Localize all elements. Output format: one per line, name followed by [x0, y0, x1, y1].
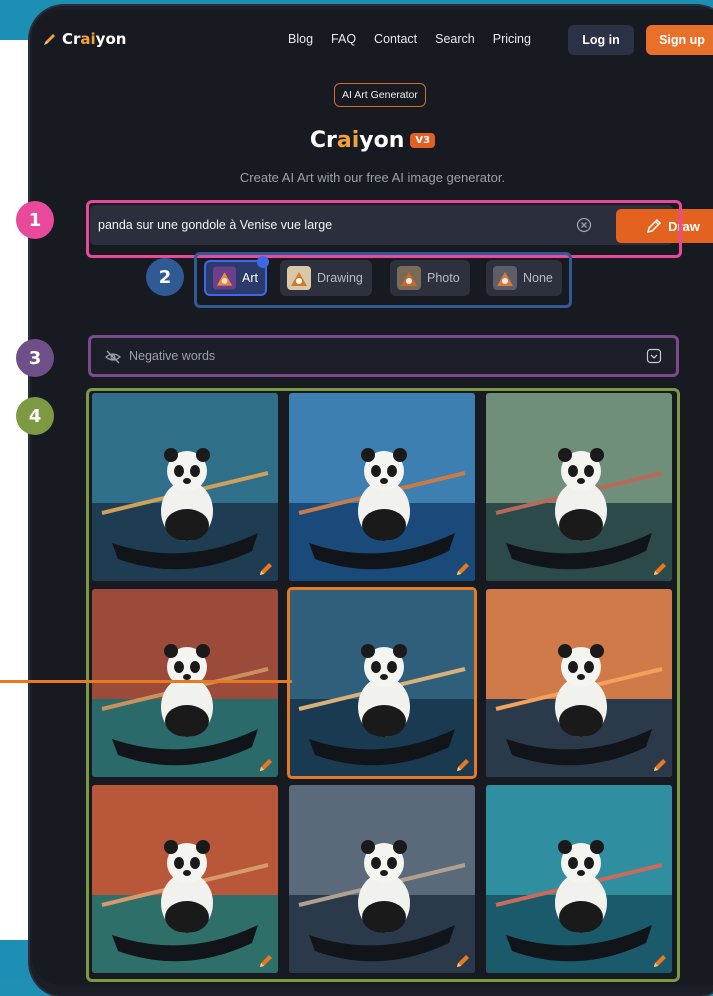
nav-contact[interactable]: Contact	[374, 32, 417, 46]
result-image-4[interactable]	[92, 589, 278, 777]
style-photo[interactable]: Photo	[390, 260, 470, 296]
crayon-icon	[44, 34, 55, 45]
pencil-icon	[647, 218, 662, 234]
clear-icon[interactable]	[576, 217, 592, 233]
panda-gondola-image	[289, 785, 475, 973]
style-art-label: Art	[242, 271, 258, 285]
pencil-icon[interactable]	[652, 561, 668, 577]
panda-gondola-image	[92, 589, 278, 777]
negative-words-label: Negative words	[129, 349, 216, 363]
signup-button[interactable]: Sign up	[646, 25, 713, 55]
callout-2: 2	[146, 258, 184, 296]
pencil-icon[interactable]	[258, 561, 274, 577]
title-text: Craiyon	[309, 128, 405, 153]
panda-gondola-image	[486, 589, 672, 777]
panda-gondola-image	[92, 785, 278, 973]
callout-1: 1	[16, 201, 54, 239]
style-photo-label: Photo	[427, 271, 460, 285]
craiyon-logo[interactable]: Craiyon	[42, 30, 126, 48]
panda-gondola-image	[289, 393, 475, 581]
prompt-input[interactable]: panda sur une gondole à Venise vue large	[98, 205, 518, 245]
panda-gondola-image	[289, 589, 475, 777]
result-image-6[interactable]	[486, 589, 672, 777]
login-button[interactable]: Log in	[568, 25, 634, 55]
result-image-9[interactable]	[486, 785, 672, 973]
eye-off-icon	[105, 350, 121, 364]
style-art[interactable]: Art	[204, 256, 269, 296]
draw-button[interactable]: Draw	[616, 209, 713, 243]
style-none-label: None	[523, 271, 553, 285]
result-image-5[interactable]	[287, 587, 477, 779]
pencil-icon[interactable]	[258, 953, 274, 969]
nav-search[interactable]: Search	[435, 32, 475, 46]
nav-faq[interactable]: FAQ	[331, 32, 356, 46]
style-drawing[interactable]: Drawing	[280, 260, 372, 296]
style-selector: Art Drawing Photo None	[196, 252, 566, 302]
chevron-down-icon[interactable]	[646, 348, 662, 364]
style-drawing-label: Drawing	[317, 271, 363, 285]
pencil-icon[interactable]	[455, 953, 471, 969]
result-image-8[interactable]	[289, 785, 475, 973]
pencil-icon[interactable]	[455, 561, 471, 577]
style-none[interactable]: None	[486, 260, 562, 296]
result-image-3[interactable]	[486, 393, 672, 581]
ai-art-generator-badge: AI Art Generator	[334, 83, 426, 107]
pencil-icon[interactable]	[258, 757, 274, 773]
prompt-bar: panda sur une gondole à Venise vue large…	[90, 205, 713, 245]
negative-words-field[interactable]: Negative words	[88, 335, 679, 377]
callout-4: 4	[16, 397, 54, 435]
callout-connector	[0, 680, 292, 683]
version-badge: V3	[410, 133, 436, 148]
fox-art-thumbnail	[213, 266, 237, 290]
result-image-1[interactable]	[92, 393, 278, 581]
fox-drawing-thumbnail	[287, 266, 311, 290]
craiyon-screen: Craiyon Blog FAQ Contact Search Pricing …	[32, 10, 713, 985]
nav-blog[interactable]: Blog	[288, 32, 313, 46]
nav-links: Blog FAQ Contact Search Pricing	[288, 32, 531, 46]
result-image-7[interactable]	[92, 785, 278, 973]
nav-pricing[interactable]: Pricing	[493, 32, 531, 46]
pencil-icon[interactable]	[652, 757, 668, 773]
fox-none-thumbnail	[493, 266, 517, 290]
pencil-icon[interactable]	[455, 757, 471, 773]
panda-gondola-image	[92, 393, 278, 581]
top-nav: Craiyon Blog FAQ Contact Search Pricing …	[32, 10, 713, 72]
panda-gondola-image	[486, 393, 672, 581]
page-title: Craiyon V3	[32, 128, 713, 153]
draw-label: Draw	[668, 218, 700, 234]
panda-gondola-image	[486, 785, 672, 973]
fox-photo-thumbnail	[397, 266, 421, 290]
callout-3: 3	[16, 339, 54, 377]
pencil-icon[interactable]	[652, 953, 668, 969]
logo-text: Craiyon	[62, 30, 127, 48]
checkmark-icon	[257, 256, 269, 268]
page-subtitle: Create AI Art with our free AI image gen…	[239, 170, 506, 185]
result-image-2[interactable]	[289, 393, 475, 581]
